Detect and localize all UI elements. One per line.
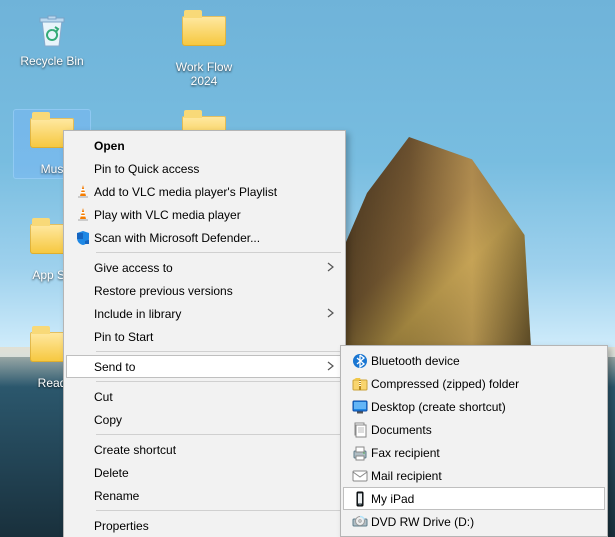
menu-separator [96,252,341,253]
menu-label: Restore previous versions [94,284,233,298]
menu-separator [96,381,341,382]
menu-item-delete[interactable]: Delete [66,461,343,484]
desktop-icon-recycle-bin[interactable]: Recycle Bin [14,10,90,68]
sendto-ipad[interactable]: My iPad [343,487,605,510]
menu-item-copy[interactable]: Copy [66,408,343,431]
sendto-zip[interactable]: Compressed (zipped) folder [343,372,605,395]
menu-label: Play with VLC media player [94,208,241,222]
menu-label: Desktop (create shortcut) [371,400,506,414]
submenu-arrow-icon [327,261,335,275]
sendto-desktop[interactable]: Desktop (create shortcut) [343,395,605,418]
menu-separator [96,510,341,511]
vlc-icon [72,207,94,223]
menu-label: Send to [94,360,135,374]
menu-label: My iPad [371,492,414,506]
sendto-documents[interactable]: Documents [343,418,605,441]
menu-item-defender[interactable]: Scan with Microsoft Defender... [66,226,343,249]
menu-label: Bluetooth device [371,354,460,368]
menu-item-give-access[interactable]: Give access to [66,256,343,279]
menu-item-rename[interactable]: Rename [66,484,343,507]
desktop[interactable]: Recycle Bin Work Flow 2024 Mus App Se Re… [0,0,615,537]
menu-label: Add to VLC media player's Playlist [94,185,277,199]
vlc-icon [72,184,94,200]
menu-item-pin-start[interactable]: Pin to Start [66,325,343,348]
menu-item-open[interactable]: Open [66,134,343,157]
menu-label: Give access to [94,261,173,275]
sendto-dvd[interactable]: DVD RW Drive (D:) [343,510,605,533]
menu-item-properties[interactable]: Properties [66,514,343,537]
menu-label: DVD RW Drive (D:) [371,515,474,529]
menu-item-send-to[interactable]: Send to [66,355,343,378]
defender-icon [72,230,94,246]
menu-label: Copy [94,413,122,427]
menu-label: Include in library [94,307,181,321]
desktop-icon-label: Work Flow 2024 [166,60,242,88]
menu-item-pin-quick-access[interactable]: Pin to Quick access [66,157,343,180]
menu-item-restore-versions[interactable]: Restore previous versions [66,279,343,302]
sendto-bluetooth[interactable]: Bluetooth device [343,349,605,372]
send-to-submenu[interactable]: Bluetooth device Compressed (zipped) fol… [340,345,608,537]
sendto-fax[interactable]: Fax recipient [343,441,605,464]
bluetooth-icon [349,353,371,369]
menu-label: Create shortcut [94,443,176,457]
menu-label: Rename [94,489,139,503]
menu-label: Mail recipient [371,469,442,483]
fax-icon [349,445,371,461]
sendto-mail[interactable]: Mail recipient [343,464,605,487]
recycle-bin-icon [28,10,76,50]
menu-label: Pin to Quick access [94,162,199,176]
menu-item-include-library[interactable]: Include in library [66,302,343,325]
desktop-icon-label: Recycle Bin [14,54,90,68]
mail-icon [349,468,371,484]
menu-item-create-shortcut[interactable]: Create shortcut [66,438,343,461]
submenu-arrow-icon [327,360,335,374]
menu-label: Documents [371,423,432,437]
folder-icon [180,16,228,56]
menu-label: Properties [94,519,149,533]
zip-folder-icon [349,376,371,392]
menu-label: Cut [94,390,113,404]
menu-item-vlc-play[interactable]: Play with VLC media player [66,203,343,226]
device-icon [349,491,371,507]
submenu-arrow-icon [327,307,335,321]
context-menu[interactable]: Open Pin to Quick access Add to VLC medi… [63,130,346,537]
menu-label: Scan with Microsoft Defender... [94,231,260,245]
menu-label: Compressed (zipped) folder [371,377,519,391]
menu-item-cut[interactable]: Cut [66,385,343,408]
menu-label: Pin to Start [94,330,153,344]
menu-item-vlc-add[interactable]: Add to VLC media player's Playlist [66,180,343,203]
desktop-icon [349,399,371,415]
menu-label: Open [94,139,125,153]
menu-separator [96,351,341,352]
menu-separator [96,434,341,435]
documents-icon [349,422,371,438]
disc-drive-icon [349,514,371,530]
desktop-icon-work-flow[interactable]: Work Flow 2024 [166,10,242,88]
menu-label: Delete [94,466,129,480]
menu-label: Fax recipient [371,446,440,460]
